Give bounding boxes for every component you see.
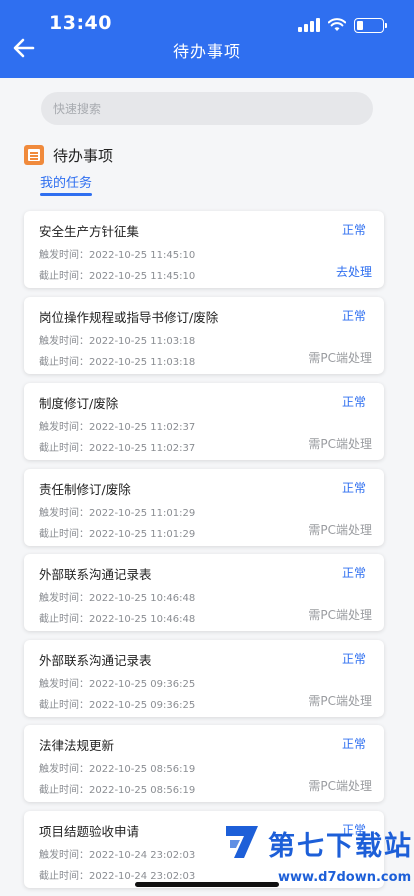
task-status: 正常	[341, 309, 366, 323]
task-card[interactable]: 外部联系沟通记录表 正常 触发时间：2022-10-25 10:46:48 截止…	[24, 554, 384, 631]
task-title: 安全生产方针征集	[39, 224, 140, 239]
task-deadline-time: 截止时间：2022-10-25 09:36:25	[39, 700, 196, 711]
task-deadline-time: 截止时间：2022-10-25 11:45:10	[39, 271, 196, 282]
task-title: 外部联系沟通记录表	[39, 653, 152, 668]
tab-my-tasks[interactable]: 我的任务	[40, 172, 92, 191]
task-trigger-time: 触发时间：2022-10-25 09:36:25	[39, 679, 196, 690]
pc-required-label: 需PC端处理	[308, 437, 372, 451]
task-trigger-time: 触发时间：2022-10-25 11:01:29	[39, 508, 196, 519]
battery-level	[357, 20, 363, 30]
task-title: 岗位操作规程或指导书修订/废除	[39, 310, 219, 325]
watermark-logo-icon	[226, 826, 258, 858]
pc-required-label: 需PC端处理	[308, 694, 372, 708]
task-card[interactable]: 责任制修订/废除 正常 触发时间：2022-10-25 11:01:29 截止时…	[24, 469, 384, 546]
task-card[interactable]: 安全生产方针征集 正常 触发时间：2022-10-25 11:45:10 截止时…	[24, 211, 384, 288]
task-trigger-time: 触发时间：2022-10-24 23:02:03	[39, 850, 196, 861]
task-trigger-time: 触发时间：2022-10-25 10:46:48	[39, 593, 196, 604]
pc-required-label: 需PC端处理	[308, 351, 372, 365]
home-indicator	[135, 882, 279, 887]
task-trigger-time: 触发时间：2022-10-25 11:45:10	[39, 250, 196, 261]
task-status: 正常	[341, 737, 366, 751]
handle-task-button[interactable]: 去处理	[336, 263, 372, 280]
task-card[interactable]: 制度修订/废除 正常 触发时间：2022-10-25 11:02:37 截止时间…	[24, 383, 384, 460]
signal-icon	[298, 18, 320, 32]
watermark-text: 第七下载站	[268, 831, 413, 862]
task-status: 正常	[341, 652, 366, 666]
task-title: 法律法规更新	[39, 738, 115, 753]
task-status: 正常	[341, 223, 366, 237]
task-deadline-time: 截止时间：2022-10-25 11:03:18	[39, 357, 196, 368]
section-title: 待办事项	[53, 147, 114, 165]
pc-required-label: 需PC端处理	[308, 523, 372, 537]
status-bar: 13:40	[0, 12, 414, 38]
search-input[interactable]	[41, 92, 373, 125]
status-time: 13:40	[49, 12, 112, 34]
watermark-url: www.d7down.com	[278, 870, 412, 885]
pc-required-label: 需PC端处理	[308, 779, 372, 793]
task-title: 责任制修订/废除	[39, 482, 131, 497]
status-icons	[298, 16, 387, 34]
task-trigger-time: 触发时间：2022-10-25 08:56:19	[39, 764, 196, 775]
task-deadline-time: 截止时间：2022-10-25 11:02:37	[39, 443, 196, 454]
task-card[interactable]: 法律法规更新 正常 触发时间：2022-10-25 08:56:19 截止时间：…	[24, 725, 384, 802]
task-card[interactable]: 岗位操作规程或指导书修订/废除 正常 触发时间：2022-10-25 11:03…	[24, 297, 384, 374]
task-title: 制度修订/废除	[39, 396, 119, 411]
task-trigger-time: 触发时间：2022-10-25 11:02:37	[39, 422, 196, 433]
task-deadline-time: 截止时间：2022-10-24 23:02:03	[39, 871, 196, 882]
todo-list-icon	[24, 145, 44, 165]
wifi-icon	[328, 18, 346, 31]
task-status: 正常	[341, 566, 366, 580]
task-status: 正常	[341, 481, 366, 495]
task-deadline-time: 截止时间：2022-10-25 08:56:19	[39, 785, 196, 796]
task-title: 外部联系沟通记录表	[39, 567, 152, 582]
pc-required-label: 需PC端处理	[308, 608, 372, 622]
app-header: 13:40 待办事项	[0, 0, 414, 78]
page-title: 待办事项	[172, 42, 241, 61]
tab-active-indicator	[40, 193, 92, 196]
task-deadline-time: 截止时间：2022-10-25 10:46:48	[39, 614, 196, 625]
task-card[interactable]: 外部联系沟通记录表 正常 触发时间：2022-10-25 09:36:25 截止…	[24, 640, 384, 717]
task-title: 项目结题验收申请	[39, 824, 140, 839]
battery-icon	[354, 17, 387, 33]
task-status: 正常	[341, 395, 366, 409]
task-deadline-time: 截止时间：2022-10-25 11:01:29	[39, 529, 196, 540]
task-trigger-time: 触发时间：2022-10-25 11:03:18	[39, 336, 196, 347]
